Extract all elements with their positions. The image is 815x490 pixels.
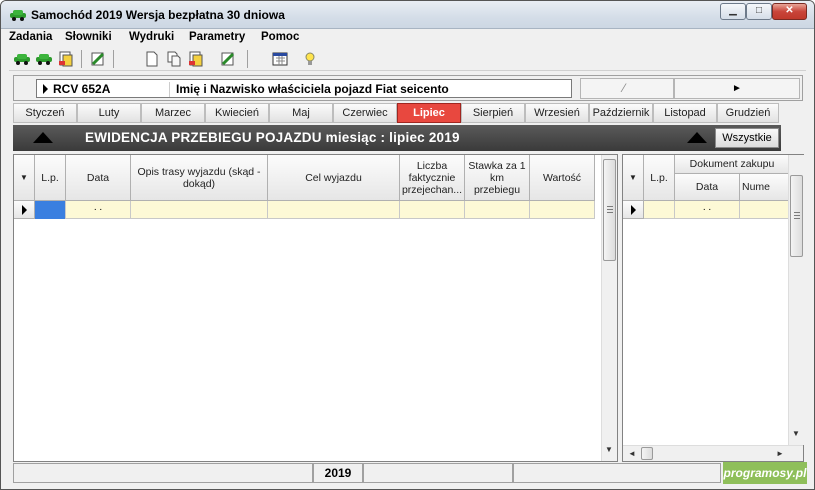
collapse-up-icon[interactable] [33, 132, 53, 143]
copy-document-icon[interactable] [165, 50, 183, 68]
cell2-lp[interactable] [644, 201, 675, 219]
scroll-right-icon[interactable]: ► [773, 449, 787, 458]
tools-icon[interactable] [219, 50, 237, 68]
settings-tool-icon[interactable] [89, 50, 107, 68]
scroll-down-icon[interactable]: ▼ [789, 429, 803, 438]
status-panel-1 [13, 463, 313, 483]
cell-value[interactable] [530, 201, 595, 219]
car-icon [10, 10, 26, 21]
window-title: Samochód 2019 Wersja bezpłatna 30 dniowa [31, 8, 285, 22]
col2-header-lp[interactable]: L.p. [644, 155, 675, 201]
cell2-number[interactable] [740, 201, 790, 219]
tab-marzec[interactable]: Marzec [141, 103, 205, 123]
tab-maj[interactable]: Maj [269, 103, 333, 123]
menu-zadania[interactable]: Zadania [9, 31, 52, 43]
col2-header-data[interactable]: Data [675, 174, 740, 201]
tab-grudzien[interactable]: Grudzień [717, 103, 779, 123]
watermark-logo: programosy.pl [723, 462, 807, 484]
status-bar: 2019 [13, 463, 803, 483]
close-button[interactable]: ✕ [772, 3, 807, 20]
vehicle-next-button[interactable]: ► [674, 78, 800, 99]
cell-purpose[interactable] [268, 201, 400, 219]
horizontal-scrollbar[interactable]: ◄ ► [623, 445, 803, 461]
col2-header-number[interactable]: Nume [740, 174, 790, 201]
table-row[interactable]: . . [644, 201, 790, 219]
register-header-band: EWIDENCJA PRZEBIEGU POJAZDU miesiąc : li… [13, 125, 781, 151]
maximize-button[interactable]: □ [746, 3, 772, 20]
col-header-route[interactable]: Opis trasy wyjazdu (skąd - dokąd) [131, 155, 268, 201]
status-panel-3 [363, 463, 513, 483]
col-header-value[interactable]: Wartość [530, 155, 595, 201]
minimize-button[interactable]: ▁ [720, 3, 746, 20]
grid-indicator-header[interactable]: ▼ [14, 155, 35, 201]
delete-document-icon[interactable] [187, 50, 205, 68]
col-header-lp[interactable]: L.p. [35, 155, 66, 201]
tab-wrzesien[interactable]: Wrzesień [525, 103, 589, 123]
vehicle-selector-bar: RCV 652A Imię i Nazwisko właściciela poj… [13, 75, 803, 101]
menu-parametry[interactable]: Parametry [189, 31, 245, 43]
col2-group-header[interactable]: Dokument zakupu [675, 155, 790, 174]
vertical-scrollbar[interactable]: ▼ [601, 155, 617, 461]
expand-up-icon[interactable] [687, 132, 707, 143]
tab-styczen[interactable]: Styczeń [13, 103, 77, 123]
current-row-indicator [14, 201, 35, 219]
purchase-document-grid: ▼ L.p. Dokument zakupu Data Nume . . ▼ ◄… [622, 154, 804, 462]
slash-icon: ⁄ [623, 81, 626, 95]
current-row-indicator [623, 201, 644, 219]
menu-slowniki[interactable]: Słowniki [65, 31, 112, 43]
calendar-icon[interactable] [271, 50, 289, 68]
app-window: Samochód 2019 Wersja bezpłatna 30 dniowa… [0, 0, 815, 490]
status-panel-4 [513, 463, 721, 483]
register-title: EWIDENCJA PRZEBIEGU POJAZDU miesiąc : li… [85, 130, 460, 145]
grid2-indicator-header[interactable]: ▼ [623, 155, 644, 201]
mileage-grid: ▼ L.p. Data Opis trasy wyjazdu (skąd - d… [13, 154, 618, 462]
month-tabs: Styczeń Luty Marzec Kwiecień Maj Czerwie… [13, 103, 779, 123]
vehicle-owner-model: Imię i Nazwisko właściciela pojazd Fiat … [169, 82, 449, 97]
status-year: 2019 [313, 463, 363, 483]
help-bulb-icon[interactable] [301, 50, 319, 68]
col-header-rate[interactable]: Stawka za 1 km przebiegu [465, 155, 530, 201]
col-header-purpose[interactable]: Cel wyjazdu [268, 155, 400, 201]
vehicle-registration: RCV 652A [53, 82, 111, 96]
vehicle-selector[interactable]: RCV 652A Imię i Nazwisko właściciela poj… [36, 79, 572, 98]
menu-pomoc[interactable]: Pomoc [261, 31, 299, 43]
tab-czerwiec[interactable]: Czerwiec [333, 103, 397, 123]
cell-route[interactable] [131, 201, 268, 219]
scrollbar-thumb[interactable] [603, 159, 616, 261]
menu-bar: Zadania Słowniki Wydruki Parametry Pomoc [9, 29, 806, 47]
tab-pazdziernik[interactable]: Październik [589, 103, 653, 123]
car-add-icon[interactable] [13, 50, 31, 68]
cell-rate[interactable] [465, 201, 530, 219]
tab-luty[interactable]: Luty [77, 103, 141, 123]
cell-distance[interactable] [400, 201, 465, 219]
tab-sierpien[interactable]: Sierpień [461, 103, 525, 123]
cell2-data[interactable]: . . [675, 201, 740, 219]
tab-kwiecien[interactable]: Kwiecień [205, 103, 269, 123]
table-row[interactable]: . . [35, 201, 595, 219]
cell-lp[interactable] [35, 201, 66, 219]
vehicle-edit-button[interactable]: ⁄ [580, 78, 674, 99]
tab-listopad[interactable]: Listopad [653, 103, 717, 123]
car-edit-icon[interactable] [35, 50, 53, 68]
toolbar-separator [113, 50, 114, 68]
col-header-distance[interactable]: Liczba faktycznie przejechan... [400, 155, 465, 201]
scrollbar-thumb-2[interactable] [790, 175, 803, 257]
scroll-left-icon[interactable]: ◄ [625, 449, 639, 458]
vertical-scrollbar-2[interactable]: ▼ [788, 155, 804, 445]
show-all-button[interactable]: Wszystkie [715, 128, 779, 148]
scroll-down-icon[interactable]: ▼ [602, 445, 616, 454]
new-document-icon[interactable] [143, 50, 161, 68]
menu-wydruki[interactable]: Wydruki [129, 31, 174, 43]
row-pointer-icon [43, 84, 48, 94]
tab-lipiec[interactable]: Lipiec [397, 103, 461, 123]
toolbar [9, 47, 806, 71]
toolbar-separator [81, 50, 82, 68]
toolbar-separator [247, 50, 248, 68]
cell-data[interactable]: . . [66, 201, 131, 219]
col-header-data[interactable]: Data [66, 155, 131, 201]
title-bar: Samochód 2019 Wersja bezpłatna 30 dniowa… [1, 1, 814, 29]
hscroll-thumb[interactable] [641, 447, 653, 460]
document-delete-icon[interactable] [57, 50, 75, 68]
